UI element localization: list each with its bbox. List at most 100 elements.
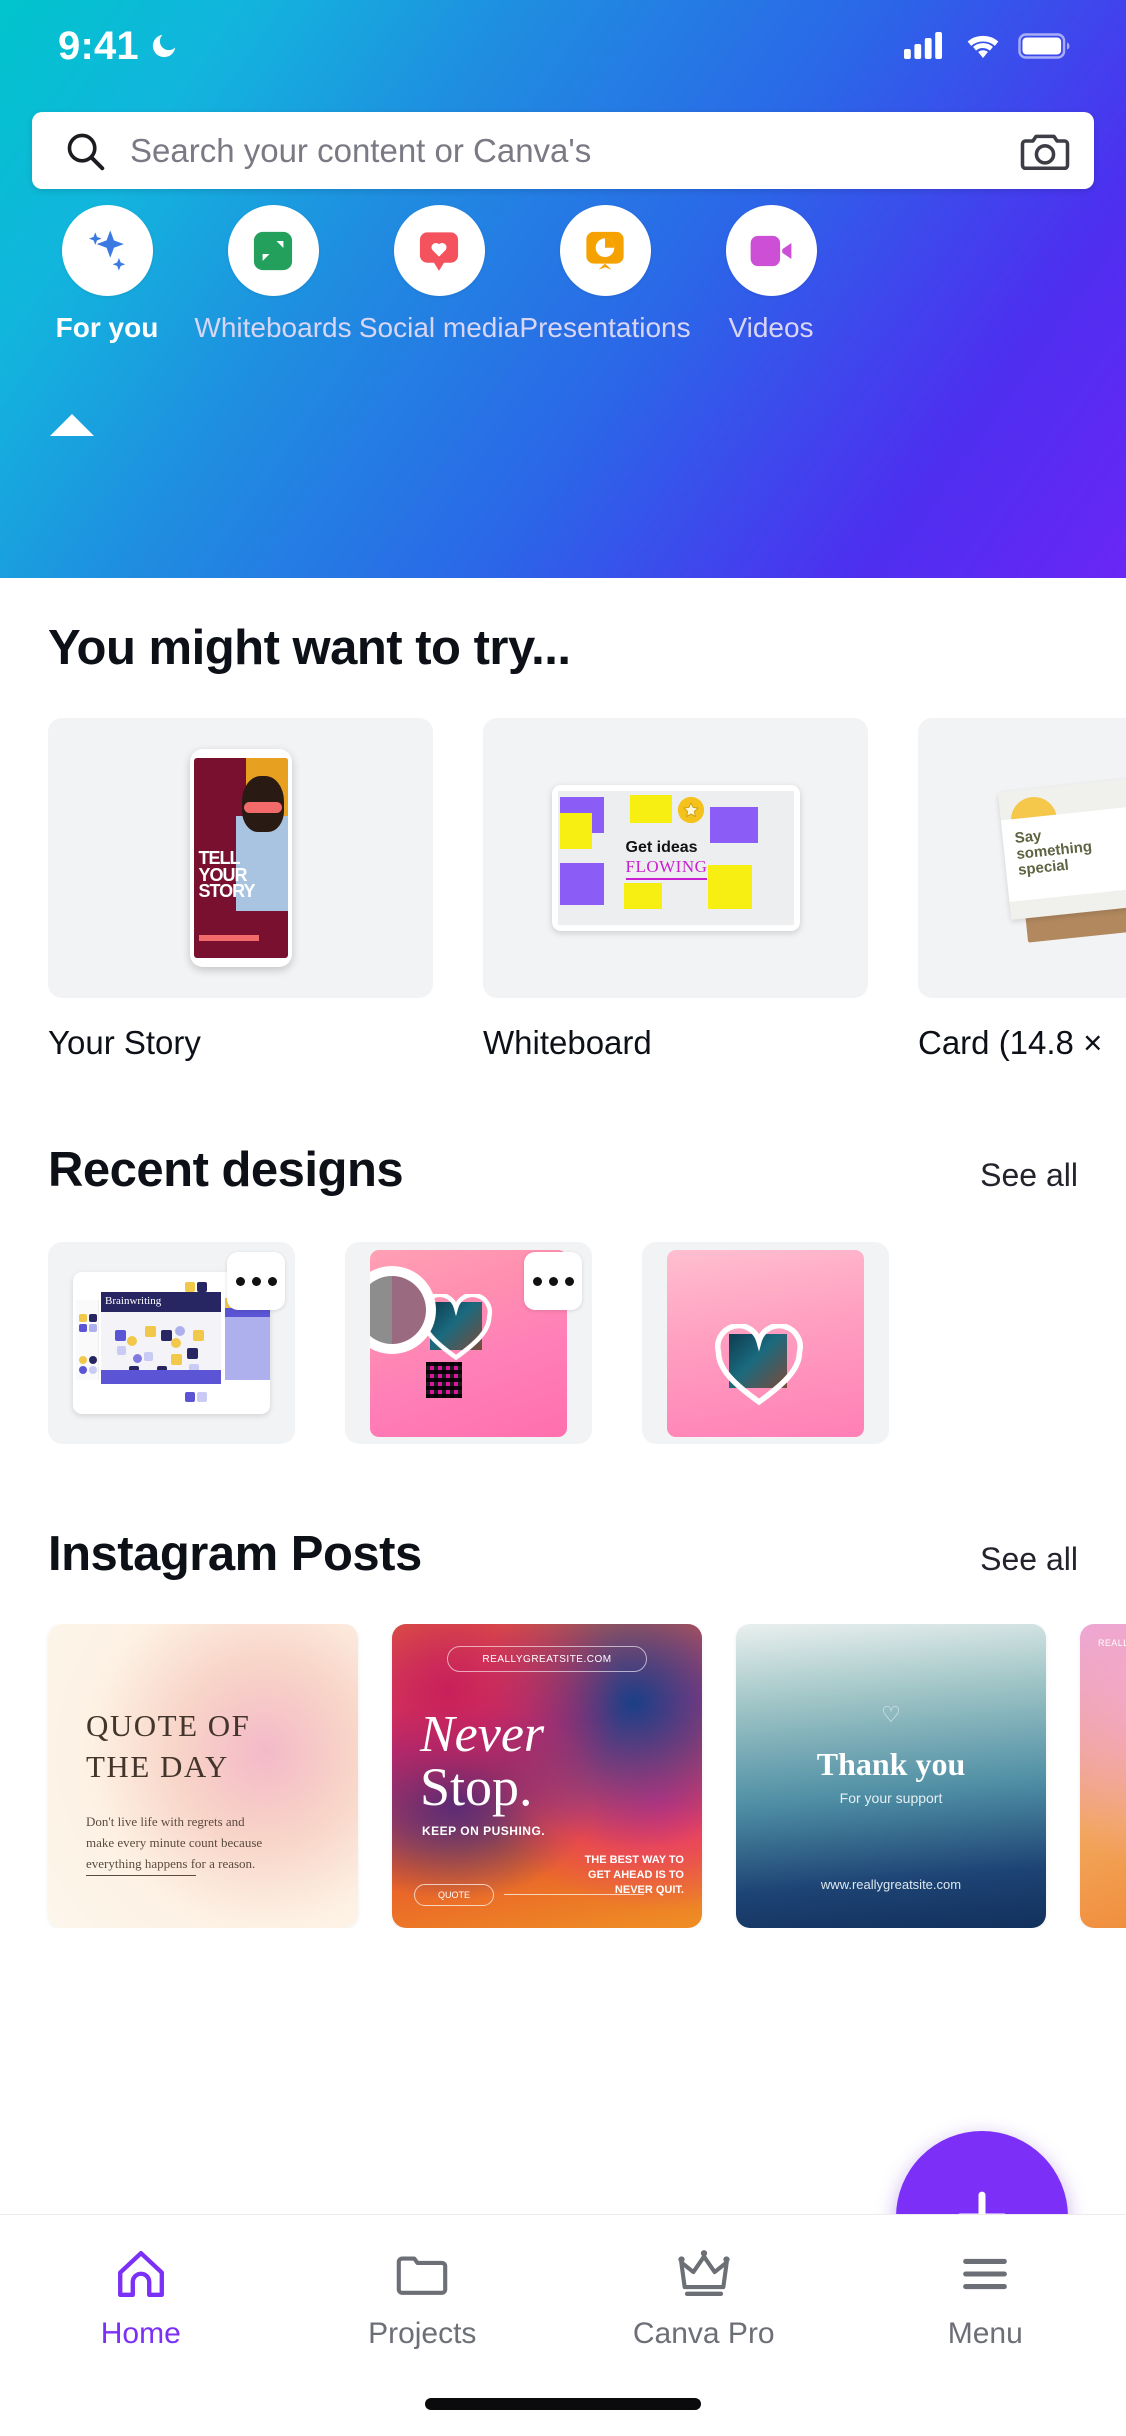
category-tab-videos[interactable]: Videos bbox=[688, 205, 854, 344]
post-headline: QUOTE OF THE DAY bbox=[86, 1708, 251, 1784]
brainwriting-canvas: Brainwriting bbox=[101, 1292, 221, 1384]
instagram-post-quote-of-the-day[interactable]: QUOTE OF THE DAY Don't live life with re… bbox=[48, 1624, 358, 1928]
instagram-see-all-link[interactable]: See all bbox=[980, 1541, 1078, 1578]
whiteboard-icon bbox=[253, 231, 293, 270]
instagram-post-never-stop[interactable]: REALLYGREATSITE.COM Never Stop. KEEP ON … bbox=[392, 1624, 702, 1928]
folder-icon bbox=[396, 2256, 448, 2295]
bottom-navigation[interactable]: Home Projects Canva Pro Menu bbox=[0, 2214, 1126, 2436]
category-tab-social-media[interactable]: Social media bbox=[356, 205, 522, 344]
home-feed: You might want to try... TELL YOUR STORY… bbox=[0, 578, 1126, 2436]
post-url-pill: REALLYGREATSITE.COM bbox=[447, 1646, 647, 1672]
try-card-thumb: Get ideas FLOWING bbox=[483, 718, 868, 998]
star-badge-icon bbox=[677, 796, 704, 824]
whiteboard-headline-2: FLOWING bbox=[625, 857, 708, 880]
greeting-card-front: Say something special bbox=[997, 770, 1126, 920]
phone-screen: TELL YOUR STORY bbox=[193, 758, 288, 958]
phone-mockup: TELL YOUR STORY bbox=[189, 749, 292, 967]
recent-section-title: Recent designs bbox=[48, 1143, 404, 1197]
recent-design-pink-heart[interactable] bbox=[345, 1242, 592, 1444]
try-card-greeting-card[interactable]: Say something special Card (14.8 × bbox=[918, 718, 1126, 1062]
try-card-thumb: Say something special bbox=[918, 718, 1126, 998]
try-card-whiteboard[interactable]: Get ideas FLOWING Whiteboard bbox=[483, 718, 868, 1062]
wifi-icon bbox=[967, 35, 999, 58]
home-indicator bbox=[425, 2398, 701, 2410]
pink-gradient-design bbox=[667, 1249, 864, 1437]
category-label: Presentations bbox=[519, 312, 691, 343]
nav-label: Canva Pro bbox=[632, 2317, 775, 2350]
cellular-signal-icon bbox=[904, 32, 942, 59]
sticky-note bbox=[709, 807, 758, 843]
heart-icon: ♡ bbox=[881, 1702, 901, 1727]
post-footnote: THE BEST WAY TO GET AHEAD IS TO NEVER QU… bbox=[584, 1854, 684, 1897]
search-input[interactable] bbox=[108, 131, 1020, 170]
brainwriting-title: Brainwriting bbox=[105, 1295, 162, 1307]
category-icon-wrap bbox=[559, 205, 651, 296]
instagram-post-now-hiring[interactable]: REALLYGREATSITE ANYTIME hiring SOCIAL ME… bbox=[1080, 1624, 1126, 1928]
try-card-thumb: TELL YOUR STORY bbox=[48, 718, 433, 998]
try-cards-scroller[interactable]: TELL YOUR STORY Your Story Get ideas FLO… bbox=[0, 718, 1126, 1062]
story-accent-bar bbox=[198, 935, 259, 941]
recent-design-brainwriting[interactable]: Brainwriting bbox=[48, 1242, 295, 1444]
more-options-button[interactable] bbox=[227, 1252, 285, 1310]
divider-line bbox=[504, 1894, 644, 1895]
dot bbox=[235, 1276, 245, 1286]
nav-item-home[interactable]: Home bbox=[0, 2215, 282, 2436]
category-tabs[interactable]: For you Whiteboards Social media Present… bbox=[0, 205, 1126, 436]
recent-design-pink-gradient[interactable] bbox=[642, 1242, 889, 1444]
active-tab-arrow bbox=[50, 414, 94, 436]
post-tiny-left: REALLYGREATSITE bbox=[1098, 1638, 1126, 1648]
story-headline: TELL YOUR STORY bbox=[198, 848, 256, 902]
instagram-posts-scroller[interactable]: QUOTE OF THE DAY Don't live life with re… bbox=[0, 1624, 1126, 1928]
try-card-your-story[interactable]: TELL YOUR STORY Your Story bbox=[48, 718, 433, 1062]
search-bar[interactable] bbox=[32, 112, 1094, 189]
recent-design-thumb[interactable] bbox=[642, 1242, 889, 1444]
brainwriting-table bbox=[225, 1298, 270, 1380]
moon-icon bbox=[152, 34, 176, 58]
category-label: Social media bbox=[358, 312, 520, 343]
recent-section-header: Recent designs See all bbox=[0, 1142, 1126, 1198]
card-headline: Say something special bbox=[1013, 827, 1093, 879]
nav-label: Projects bbox=[368, 2317, 477, 2350]
recent-design-thumb[interactable]: Brainwriting bbox=[48, 1242, 295, 1444]
post-subline: For your support bbox=[839, 1790, 943, 1806]
try-card-label: Whiteboard bbox=[483, 1024, 652, 1061]
brainwriting-footer bbox=[101, 1370, 221, 1384]
heart-frame-icon bbox=[715, 1323, 803, 1405]
recent-design-thumb[interactable] bbox=[345, 1242, 592, 1444]
sparkle-icon bbox=[89, 229, 126, 270]
whiteboard-canvas: Get ideas FLOWING bbox=[557, 791, 794, 925]
sticky-note bbox=[629, 795, 672, 823]
dot bbox=[564, 1276, 574, 1286]
instagram-post-thank-you[interactable]: ♡ Thank you For your support www.reallyg… bbox=[736, 1624, 1046, 1928]
category-tab-for-you[interactable]: For you bbox=[24, 205, 190, 436]
more-options-button[interactable] bbox=[524, 1252, 582, 1310]
presentation-icon bbox=[586, 231, 624, 270]
category-label: Whiteboards bbox=[194, 312, 352, 343]
dot bbox=[532, 1276, 542, 1286]
category-tab-whiteboards[interactable]: Whiteboards bbox=[190, 205, 356, 344]
dot bbox=[267, 1276, 277, 1286]
camera-icon[interactable] bbox=[1020, 128, 1070, 174]
dot bbox=[251, 1276, 261, 1286]
category-label: Videos bbox=[728, 312, 814, 343]
post-headline: Thank you bbox=[816, 1746, 966, 1782]
whiteboard-mockup: Get ideas FLOWING bbox=[551, 785, 800, 931]
post-url: www.reallygreatsite.com bbox=[820, 1877, 962, 1892]
crown-icon bbox=[678, 2250, 730, 2296]
nav-label: Home bbox=[100, 2317, 181, 2350]
try-section: You might want to try... TELL YOUR STORY… bbox=[0, 578, 1126, 1062]
instagram-section: Instagram Posts See all QUOTE OF THE DAY… bbox=[0, 1444, 1126, 1928]
recent-see-all-link[interactable]: See all bbox=[980, 1157, 1078, 1194]
category-tab-presentations[interactable]: Presentations bbox=[519, 205, 691, 344]
hamburger-icon bbox=[963, 2258, 1008, 2290]
instagram-section-title: Instagram Posts bbox=[48, 1527, 422, 1581]
nav-item-menu[interactable]: Menu bbox=[845, 2215, 1126, 2436]
recent-designs-scroller[interactable]: Brainwriting bbox=[0, 1242, 1126, 1444]
app-header: 9:41 Search your content or Canva's For … bbox=[0, 0, 1126, 578]
search-icon bbox=[67, 133, 105, 170]
recent-section: Recent designs See all Brainwriting bbox=[0, 1062, 1126, 1444]
sticky-note bbox=[623, 883, 662, 909]
post-subline: KEEP ON PUSHING. bbox=[422, 1824, 546, 1838]
video-icon bbox=[750, 235, 792, 266]
qr-code bbox=[426, 1361, 462, 1398]
